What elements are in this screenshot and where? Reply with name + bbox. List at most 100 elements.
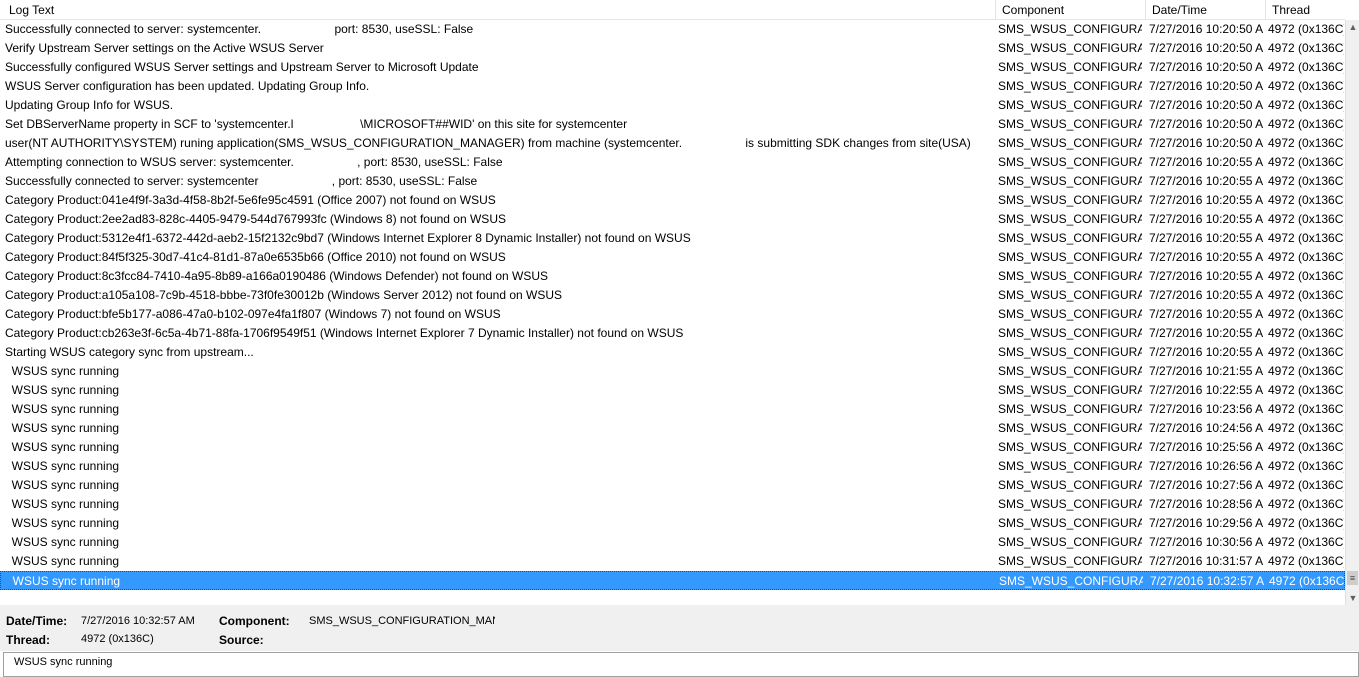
datetime-cell: 7/27/2016 10:20:50 AM	[1149, 98, 1264, 112]
datetime-value: 7/27/2016 10:32:57 AM	[81, 615, 195, 627]
datetime-cell: 7/27/2016 10:30:56 AM	[1149, 535, 1264, 549]
thread-cell: 4972 (0x136C)	[1268, 231, 1344, 245]
column-header-component[interactable]: Component	[996, 0, 1146, 20]
table-row[interactable]: Attempting connection to WSUS server: sy…	[0, 153, 1345, 172]
column-header-log-text[interactable]: Log Text	[3, 0, 996, 20]
table-row[interactable]: Category Product:8c3fcc84-7410-4a95-8b89…	[0, 267, 1345, 286]
log-text-cell: WSUS sync running	[5, 364, 120, 378]
table-row[interactable]: Category Product:5312e4f1-6372-442d-aeb2…	[0, 229, 1345, 248]
chevron-down-icon[interactable]: ▼	[1346, 591, 1359, 605]
log-text-cell: Category Product:bfe5b177-a086-47a0-b102…	[5, 307, 501, 321]
table-row[interactable]: Category Product:cb263e3f-6c5a-4b71-88fa…	[0, 324, 1345, 343]
thread-value: 4972 (0x136C)	[81, 633, 154, 645]
component-cell: SMS_WSUS_CONFIGURATIO	[998, 79, 1142, 93]
column-header-thread[interactable]: Thread	[1266, 0, 1345, 20]
table-row[interactable]: Set DBServerName property in SCF to 'sys…	[0, 115, 1345, 134]
thread-cell: 4972 (0x136C)	[1268, 554, 1344, 568]
scrollbar-thumb[interactable]: ≡	[1347, 571, 1358, 585]
table-row[interactable]: WSUS sync running SMS_WSUS_CONFIGURATIO 7/…	[0, 476, 1345, 495]
log-text-cell: Updating Group Info for WSUS.	[5, 98, 174, 112]
thread-label: Thread:	[6, 633, 51, 647]
table-row[interactable]: Category Product:a105a108-7c9b-4518-bbbe…	[0, 286, 1345, 305]
table-row[interactable]: Starting WSUS category sync from upstrea…	[0, 343, 1345, 362]
thread-cell: 4972 (0x136C)	[1268, 516, 1344, 530]
table-row[interactable]: Updating Group Info for WSUS. SMS_WSUS_CO…	[0, 96, 1345, 115]
datetime-cell: 7/27/2016 10:31:57 AM	[1149, 554, 1264, 568]
table-row[interactable]: WSUS sync running SMS_WSUS_CONFIGURATIO 7/…	[0, 438, 1345, 457]
table-row[interactable]: Successfully connected to server: system…	[0, 20, 1345, 39]
log-text-cell: WSUS sync running	[5, 497, 120, 511]
datetime-cell: 7/27/2016 10:20:50 AM	[1149, 41, 1264, 55]
table-row[interactable]: Category Product:84f5f325-30d7-41c4-81d1…	[0, 248, 1345, 267]
thread-cell: 4972 (0x136C)	[1268, 364, 1344, 378]
thread-cell: 4972 (0x136C)	[1268, 402, 1344, 416]
component-cell: SMS_WSUS_CONFIGURATIO	[998, 155, 1142, 169]
log-table-header: Log Text Component Date/Time Thread	[0, 0, 1345, 20]
thread-cell: 4972 (0x136C)	[1268, 174, 1344, 188]
log-text-cell: Category Product:041e4f9f-3a3d-4f58-8b2f…	[5, 193, 496, 207]
datetime-cell: 7/27/2016 10:20:55 AM	[1149, 288, 1264, 302]
message-box[interactable]: WSUS sync running	[3, 652, 1359, 677]
table-row[interactable]: WSUS sync running SMS_WSUS_CONFIGURATIO 7/…	[0, 419, 1345, 438]
log-text-cell: WSUS Server configuration has been updat…	[5, 79, 370, 93]
table-row[interactable]: Verify Upstream Server settings on the A…	[0, 39, 1345, 58]
table-row[interactable]: WSUS Server configuration has been updat…	[0, 77, 1345, 96]
log-text-cell: WSUS sync running	[5, 440, 120, 454]
component-cell: SMS_WSUS_CONFIGURATIO	[998, 364, 1142, 378]
component-cell: SMS_WSUS_CONFIGURATIO	[998, 497, 1142, 511]
component-label: Component:	[219, 614, 290, 628]
datetime-cell: 7/27/2016 10:26:56 AM	[1149, 459, 1264, 473]
datetime-cell: 7/27/2016 10:32:57 AM	[1150, 574, 1265, 588]
datetime-cell: 7/27/2016 10:20:55 AM	[1149, 155, 1264, 169]
datetime-cell: 7/27/2016 10:25:56 AM	[1149, 440, 1264, 454]
table-row[interactable]: WSUS sync running SMS_WSUS_CONFIGURATIO 7/…	[0, 362, 1345, 381]
table-row[interactable]: WSUS sync running SMS_WSUS_CONFIGURATIO 7/…	[0, 457, 1345, 476]
table-row[interactable]: Category Product:041e4f9f-3a3d-4f58-8b2f…	[0, 191, 1345, 210]
table-row[interactable]: WSUS sync running SMS_WSUS_CONFIGURATIO 7/…	[0, 400, 1345, 419]
datetime-cell: 7/27/2016 10:20:55 AM	[1149, 231, 1264, 245]
table-row[interactable]: WSUS sync running SMS_WSUS_CONFIGURATIO 7/…	[0, 381, 1345, 400]
log-text-cell: WSUS sync running	[5, 478, 120, 492]
component-cell: SMS_WSUS_CONFIGURATIO	[998, 60, 1142, 74]
thread-cell: 4972 (0x136C)	[1268, 307, 1344, 321]
component-value: SMS_WSUS_CONFIGURATION_MANAG	[309, 615, 495, 627]
component-cell: SMS_WSUS_CONFIGURATIO	[998, 193, 1142, 207]
thread-cell: 4972 (0x136C)	[1268, 98, 1344, 112]
component-cell: SMS_WSUS_CONFIGURATIO	[998, 174, 1142, 188]
component-cell: SMS_WSUS_CONFIGURATIO	[998, 383, 1142, 397]
table-row[interactable]: Category Product:2ee2ad83-828c-4405-9479…	[0, 210, 1345, 229]
log-text-cell: Successfully connected to server: system…	[5, 22, 474, 36]
component-cell: SMS_WSUS_CONFIGURATIO	[999, 574, 1143, 588]
log-text-cell: user(NT AUTHORITY\SYSTEM) runing applica…	[5, 136, 971, 150]
table-row[interactable]: user(NT AUTHORITY\SYSTEM) runing applica…	[0, 134, 1345, 153]
table-row[interactable]: WSUS sync running SMS_WSUS_CONFIGURATIO 7/…	[0, 552, 1345, 571]
component-cell: SMS_WSUS_CONFIGURATIO	[998, 421, 1142, 435]
thread-cell: 4972 (0x136C)	[1268, 478, 1344, 492]
component-cell: SMS_WSUS_CONFIGURATIO	[998, 440, 1142, 454]
log-text-cell: Category Product:84f5f325-30d7-41c4-81d1…	[5, 250, 506, 264]
datetime-cell: 7/27/2016 10:20:55 AM	[1149, 326, 1264, 340]
component-cell: SMS_WSUS_CONFIGURATIO	[998, 402, 1142, 416]
datetime-cell: 7/27/2016 10:20:55 AM	[1149, 307, 1264, 321]
vertical-scrollbar[interactable]: ▲ ≡ ▼	[1345, 20, 1359, 605]
log-text-cell: WSUS sync running	[5, 402, 120, 416]
component-cell: SMS_WSUS_CONFIGURATIO	[998, 212, 1142, 226]
table-row[interactable]: Category Product:bfe5b177-a086-47a0-b102…	[0, 305, 1345, 324]
datetime-cell: 7/27/2016 10:20:55 AM	[1149, 193, 1264, 207]
log-text-cell: Category Product:a105a108-7c9b-4518-bbbe…	[5, 288, 563, 302]
datetime-label: Date/Time:	[6, 614, 68, 628]
table-row[interactable]: WSUS sync running SMS_WSUS_CONFIGURATIO 7/…	[0, 533, 1345, 552]
table-row[interactable]: WSUS sync running SMS_WSUS_CONFIGURATIO 7/…	[0, 495, 1345, 514]
table-row[interactable]: Successfully configured WSUS Server sett…	[0, 58, 1345, 77]
table-row[interactable]: WSUS sync running SMS_WSUS_CONFIGURATIO 7/…	[0, 571, 1345, 590]
pane-splitter[interactable]	[0, 590, 1345, 605]
log-text-cell: Starting WSUS category sync from upstrea…	[5, 345, 254, 359]
thread-cell: 4972 (0x136C)	[1268, 326, 1344, 340]
log-text-cell: Successfully configured WSUS Server sett…	[5, 60, 479, 74]
table-row[interactable]: Successfully connected to server: system…	[0, 172, 1345, 191]
table-row[interactable]: WSUS sync running SMS_WSUS_CONFIGURATIO 7/…	[0, 514, 1345, 533]
thread-cell: 4972 (0x136C)	[1268, 155, 1344, 169]
chevron-up-icon[interactable]: ▲	[1346, 20, 1359, 34]
component-cell: SMS_WSUS_CONFIGURATIO	[998, 288, 1142, 302]
column-header-date-time[interactable]: Date/Time	[1146, 0, 1266, 20]
